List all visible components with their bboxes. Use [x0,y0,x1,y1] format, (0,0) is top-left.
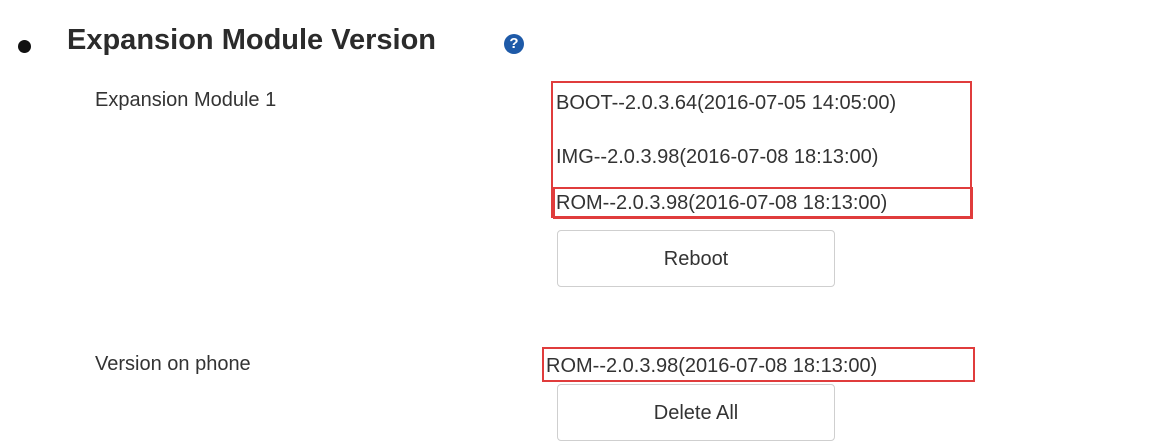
bullet-icon [18,40,31,53]
expansion-module-version-panel: Expansion Module Version ? Expansion Mod… [0,0,1165,445]
version-on-phone-label: Version on phone [95,353,251,375]
phone-rom-highlight [542,347,975,382]
section-title: Expansion Module Version [67,24,437,56]
rom-version-highlight [553,187,973,219]
delete-all-button[interactable]: Delete All [557,384,835,441]
reboot-button[interactable]: Reboot [557,230,835,287]
expansion-module-label: Expansion Module 1 [95,89,277,111]
help-icon[interactable]: ? [504,34,524,54]
